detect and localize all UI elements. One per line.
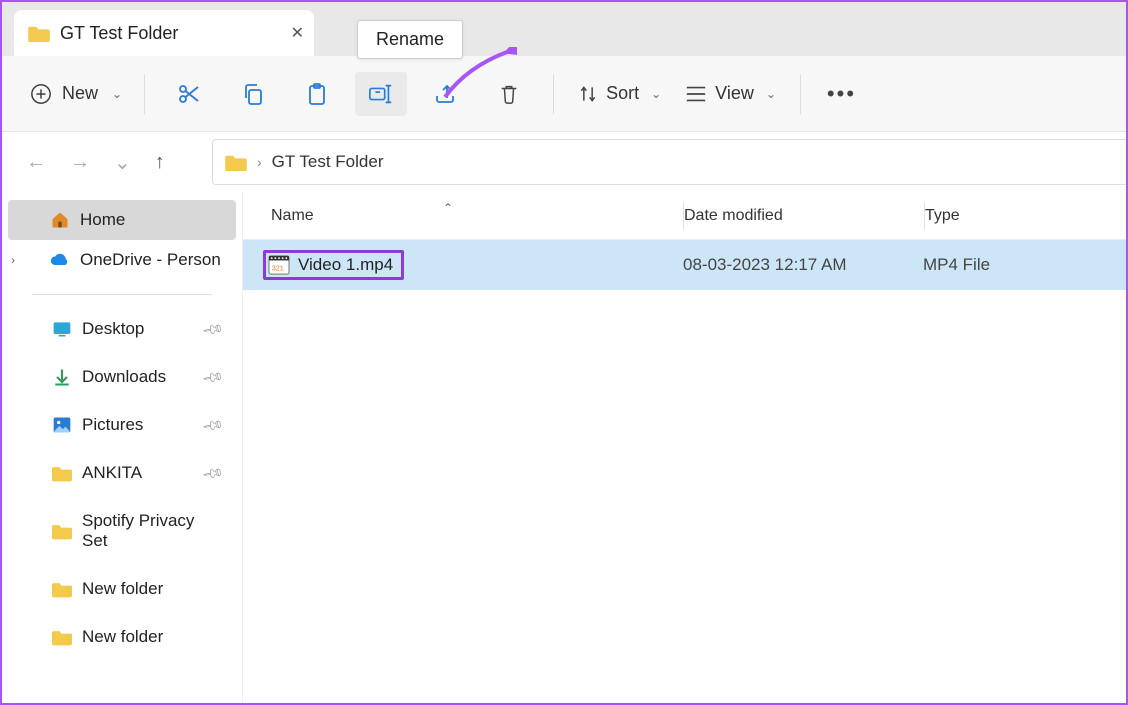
chevron-down-icon: ⌄ [112, 87, 122, 101]
svg-text:321: 321 [272, 263, 284, 272]
window-tab[interactable]: GT Test Folder ✕ [14, 10, 314, 56]
new-button[interactable]: New ⌄ [20, 77, 132, 111]
navigation-row: ← → ⌄ ↑ › GT Test Folder [2, 132, 1126, 192]
sidebar-divider [32, 294, 212, 295]
file-type: MP4 File [923, 255, 1126, 275]
pin-icon: 📌︎ [201, 317, 225, 341]
file-date: 08-03-2023 12:17 AM [683, 255, 923, 275]
video-file-icon: 321 [268, 255, 290, 275]
back-button[interactable]: ← [26, 151, 46, 174]
sort-indicator-icon: ⌃ [443, 201, 453, 215]
sidebar-item[interactable]: Spotify Privacy Set [8, 501, 236, 561]
sidebar-item-label: Desktop [82, 319, 144, 339]
close-tab-icon[interactable]: ✕ [291, 23, 304, 43]
folder-icon [52, 579, 72, 599]
clipboard-icon [305, 82, 329, 106]
scissors-icon [177, 82, 201, 106]
delete-button[interactable] [483, 72, 535, 116]
tab-bar: GT Test Folder ✕ [2, 2, 1126, 56]
sidebar-item[interactable]: New folder [8, 569, 236, 609]
home-icon [50, 210, 70, 230]
rename-icon [368, 82, 394, 106]
sort-button[interactable]: Sort ⌄ [566, 77, 673, 110]
sidebar-item-label: New folder [82, 627, 163, 647]
sidebar-item-label: Downloads [82, 367, 166, 387]
breadcrumb-chevron-icon: › [257, 154, 262, 170]
share-icon [433, 82, 457, 106]
paste-button[interactable] [291, 72, 343, 116]
rename-button[interactable] [355, 72, 407, 116]
column-type-label: Type [925, 207, 960, 224]
column-name[interactable]: Name ⌃ [243, 207, 683, 225]
sidebar-item-label: Spotify Privacy Set [82, 511, 224, 551]
expand-icon[interactable]: › [6, 253, 20, 267]
sort-icon [578, 84, 598, 104]
address-bar[interactable]: › GT Test Folder [212, 139, 1126, 185]
cloud-icon [50, 250, 70, 270]
recent-dropdown[interactable]: ⌄ [114, 150, 131, 175]
view-button[interactable]: View ⌄ [673, 77, 788, 110]
sidebar-item[interactable]: ANKITA 📌︎ [8, 453, 236, 493]
forward-button[interactable]: → [70, 151, 90, 174]
view-label: View [715, 83, 754, 104]
pin-icon: 📌︎ [201, 461, 225, 485]
sidebar: Home › OneDrive - Person Desktop 📌︎ Down… [2, 192, 242, 703]
chevron-down-icon: ⌄ [651, 87, 661, 101]
new-label: New [62, 83, 98, 104]
sidebar-item[interactable]: New folder [8, 617, 236, 657]
sidebar-item[interactable]: Desktop 📌︎ [8, 309, 236, 349]
sidebar-item-label: Pictures [82, 415, 143, 435]
pin-icon: 📌︎ [201, 413, 225, 437]
column-headers: Name ⌃ Date modified Type [243, 192, 1126, 240]
sidebar-home[interactable]: Home [8, 200, 236, 240]
breadcrumb-current[interactable]: GT Test Folder [272, 152, 384, 172]
column-type[interactable]: Type [925, 207, 1126, 225]
toolbar: New ⌄ Sort ⌄ View ⌄ ••• [2, 56, 1126, 132]
sidebar-item-label: ANKITA [82, 463, 142, 483]
sidebar-item-label: New folder [82, 579, 163, 599]
filename-highlight: 321 Video 1.mp4 [263, 250, 404, 280]
sort-label: Sort [606, 83, 639, 104]
folder-icon [52, 463, 72, 483]
file-list-pane: Name ⌃ Date modified Type 321 Video 1.mp… [242, 192, 1126, 703]
pin-icon: 📌︎ [201, 365, 225, 389]
share-button[interactable] [419, 72, 471, 116]
sidebar-onedrive[interactable]: › OneDrive - Person [8, 240, 236, 280]
file-name: Video 1.mp4 [298, 255, 393, 275]
cut-button[interactable] [163, 72, 215, 116]
column-date-label: Date modified [684, 207, 783, 224]
toolbar-separator [144, 74, 145, 114]
file-row[interactable]: 321 Video 1.mp4 08-03-2023 12:17 AM MP4 … [243, 240, 1126, 290]
copy-icon [241, 82, 265, 106]
sidebar-item-label: Home [80, 210, 125, 230]
tab-title: GT Test Folder [60, 23, 178, 44]
copy-button[interactable] [227, 72, 279, 116]
toolbar-separator [553, 74, 554, 114]
more-button[interactable]: ••• [813, 81, 870, 107]
chevron-down-icon: ⌄ [766, 87, 776, 101]
column-name-label: Name [271, 207, 314, 224]
folder-icon [52, 627, 72, 647]
folder-icon [52, 521, 72, 541]
plus-circle-icon [30, 83, 52, 105]
downloads-icon [52, 367, 72, 387]
folder-icon [225, 153, 247, 171]
sidebar-item-label: OneDrive - Person [80, 250, 221, 270]
rename-tooltip: Rename [357, 20, 463, 59]
desktop-icon [52, 319, 72, 339]
view-icon [685, 85, 707, 103]
sidebar-item[interactable]: Downloads 📌︎ [8, 357, 236, 397]
folder-icon [28, 24, 50, 42]
up-button[interactable]: ↑ [155, 151, 165, 174]
pictures-icon [52, 415, 72, 435]
trash-icon [498, 82, 520, 106]
sidebar-item[interactable]: Pictures 📌︎ [8, 405, 236, 445]
column-date[interactable]: Date modified [684, 207, 924, 225]
toolbar-separator [800, 74, 801, 114]
